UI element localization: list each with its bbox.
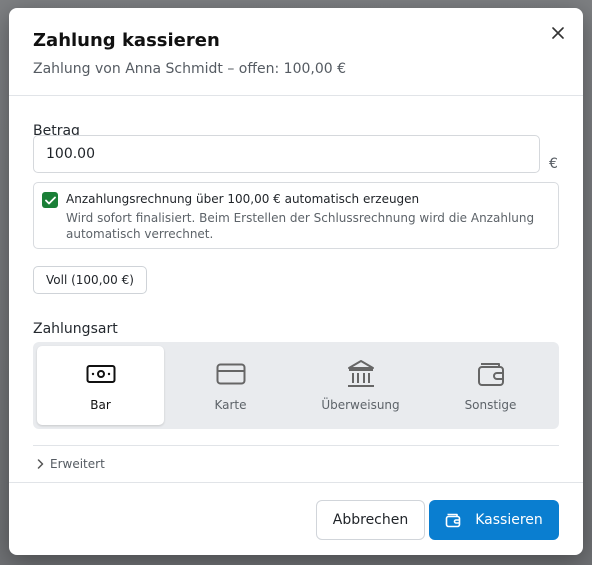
deposit-checkbox[interactable] xyxy=(42,192,58,208)
collect-payment-button[interactable]: Kassieren xyxy=(429,500,559,540)
cancel-button[interactable]: Abbrechen xyxy=(316,500,425,540)
section-divider xyxy=(33,445,559,446)
advanced-toggle[interactable]: Erweitert xyxy=(33,457,105,471)
card-icon xyxy=(216,363,245,385)
dialog-subtitle: Zahlung von Anna Schmidt – offen: 100,00… xyxy=(33,61,347,77)
currency-symbol: € xyxy=(549,156,558,172)
amount-input[interactable] xyxy=(33,135,540,173)
advanced-label: Erweitert xyxy=(50,457,105,471)
bank-icon xyxy=(347,360,374,387)
method-label: Karte xyxy=(214,398,247,412)
deposit-invoice-option: Anzahlungsrechnung über 100,00 € automat… xyxy=(33,182,559,249)
full-amount-button[interactable]: Voll (100,00 €) xyxy=(33,266,147,294)
deposit-hint: Wird sofort finalisiert. Beim Erstellen … xyxy=(66,211,535,241)
method-option-ueberweisung[interactable]: Überweisung xyxy=(297,346,424,425)
wallet-icon xyxy=(477,363,504,386)
method-option-karte[interactable]: Karte xyxy=(167,346,294,425)
payment-method-selector: Bar Karte Überweisung Sonstige xyxy=(33,342,559,429)
payment-method-label: Zahlungsart xyxy=(33,321,118,337)
payment-dialog: Zahlung kassieren Zahlung von Anna Schmi… xyxy=(9,8,583,555)
close-button[interactable] xyxy=(547,22,569,44)
method-option-bar[interactable]: Bar xyxy=(37,346,164,425)
wallet-icon xyxy=(445,513,461,528)
method-label: Überweisung xyxy=(321,398,400,412)
dialog-title: Zahlung kassieren xyxy=(33,30,220,51)
dialog-header: Zahlung kassieren Zahlung von Anna Schmi… xyxy=(9,8,583,96)
method-option-sonstige[interactable]: Sonstige xyxy=(427,346,554,425)
method-label: Bar xyxy=(90,398,111,412)
method-label: Sonstige xyxy=(464,398,517,412)
collect-payment-label: Kassieren xyxy=(475,512,543,528)
cash-icon xyxy=(86,365,115,383)
chevron-right-icon xyxy=(37,459,44,469)
dialog-footer: Abbrechen Kassieren xyxy=(9,482,583,555)
deposit-checkbox-label[interactable]: Anzahlungsrechnung über 100,00 € automat… xyxy=(66,192,419,206)
checkmark-icon xyxy=(44,196,56,204)
close-icon xyxy=(552,27,564,39)
